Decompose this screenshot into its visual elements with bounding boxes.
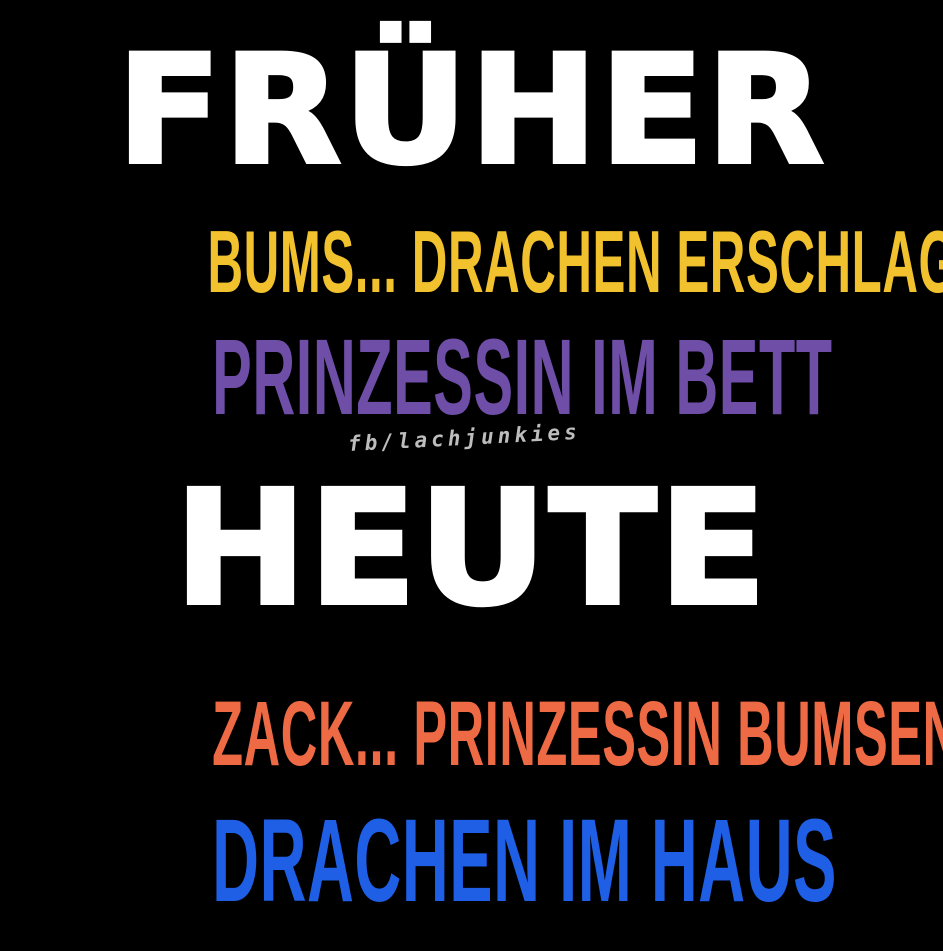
frueher-heading: FRÜHER [115,24,827,198]
line-bums-drachen-erschlagen: BUMS... DRACHEN ERSCHLAGEN [207,212,943,311]
line-zack-prinzessin-bumsen: ZACK... PRINZESSIN BUMSEN [212,683,943,785]
line-drachen-im-haus: DRACHEN IM HAUS [212,795,837,927]
meme-image: FRÜHER BUMS... DRACHEN ERSCHLAGEN PRINZE… [0,0,943,951]
heute-heading: HEUTE [172,457,769,641]
line-prinzessin-im-bett: PRINZESSIN IM BETT [212,316,833,437]
